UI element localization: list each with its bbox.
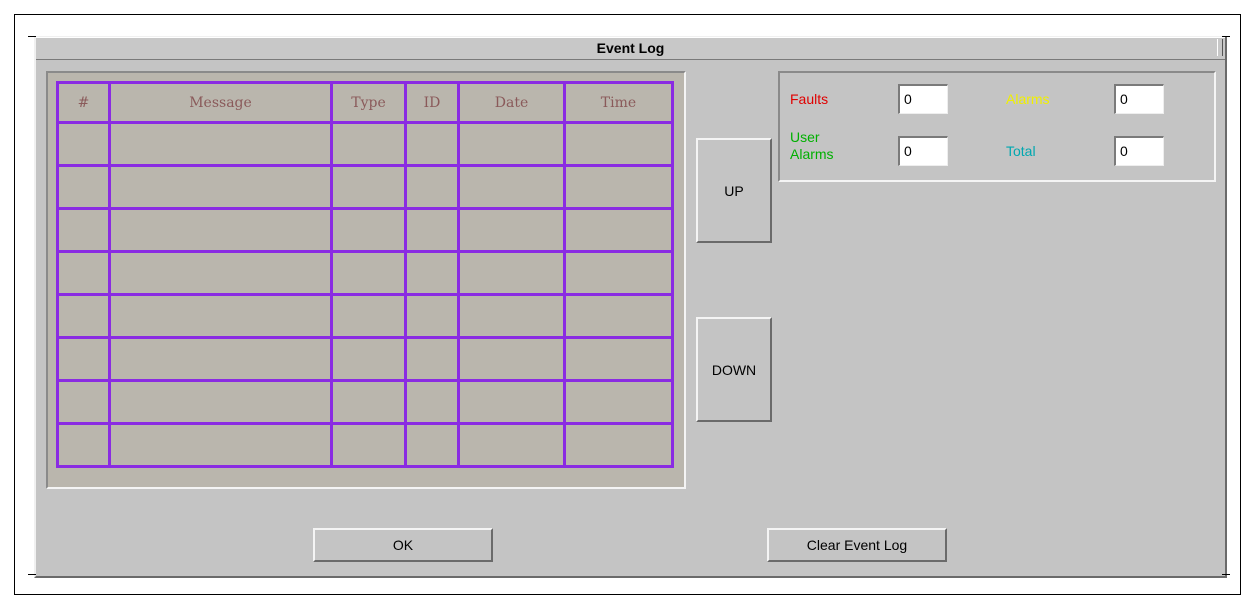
table-cell-type bbox=[330, 164, 407, 210]
table-cell-message bbox=[108, 293, 333, 339]
scroll-up-label: UP bbox=[724, 182, 744, 199]
table-cell-date bbox=[457, 250, 566, 296]
clear-event-log-label: Clear Event Log bbox=[806, 537, 908, 553]
frame-corner-mark bbox=[1222, 574, 1230, 575]
table-cell-time bbox=[563, 336, 674, 382]
frame-corner-mark bbox=[28, 36, 36, 37]
table-cell-type bbox=[330, 207, 407, 253]
event-table-panel: # Message Type ID Date Time bbox=[46, 71, 686, 489]
table-cell-type bbox=[330, 293, 407, 339]
table-cell-time bbox=[563, 207, 674, 253]
table-row[interactable] bbox=[56, 164, 674, 210]
total-count-field[interactable]: 0 bbox=[1114, 136, 1164, 166]
table-cell-number bbox=[56, 379, 111, 425]
table-row[interactable] bbox=[56, 121, 674, 167]
frame-corner-mark bbox=[1222, 36, 1230, 37]
table-cell-number bbox=[56, 121, 111, 167]
total-label: Total bbox=[1006, 143, 1036, 159]
table-cell-time bbox=[563, 379, 674, 425]
table-row[interactable] bbox=[56, 250, 674, 296]
table-row[interactable] bbox=[56, 293, 674, 339]
table-cell-time bbox=[563, 293, 674, 339]
table-cell-date bbox=[457, 207, 566, 253]
table-cell-date bbox=[457, 293, 566, 339]
event-log-dialog: Event Log # Message Type ID Date Time UP… bbox=[34, 36, 1227, 578]
column-header-number: # bbox=[56, 81, 111, 124]
table-cell-id bbox=[404, 379, 460, 425]
column-header-type: Type bbox=[330, 81, 407, 124]
table-cell-number bbox=[56, 164, 111, 210]
table-cell-id bbox=[404, 422, 460, 468]
table-cell-date bbox=[457, 164, 566, 210]
table-cell-message bbox=[108, 207, 333, 253]
table-cell-number bbox=[56, 293, 111, 339]
table-cell-time bbox=[563, 121, 674, 167]
table-cell-id bbox=[404, 336, 460, 382]
column-header-date: Date bbox=[457, 81, 566, 124]
table-cell-id bbox=[404, 250, 460, 296]
table-cell-time bbox=[563, 250, 674, 296]
resize-grip-icon bbox=[1217, 39, 1223, 56]
table-row[interactable] bbox=[56, 336, 674, 382]
user-alarms-label-line1: User bbox=[790, 129, 820, 145]
column-header-message: Message bbox=[108, 81, 333, 124]
table-cell-type bbox=[330, 336, 407, 382]
event-table: # Message Type ID Date Time bbox=[56, 81, 674, 468]
table-cell-id bbox=[404, 207, 460, 253]
alarms-label: Alarms bbox=[1006, 91, 1050, 107]
alarms-count-field[interactable]: 0 bbox=[1114, 84, 1164, 114]
table-cell-type bbox=[330, 379, 407, 425]
user-alarms-label: User Alarms bbox=[790, 129, 834, 163]
table-row[interactable] bbox=[56, 379, 674, 425]
table-cell-date bbox=[457, 422, 566, 468]
faults-count-field[interactable]: 0 bbox=[898, 84, 948, 114]
table-cell-message bbox=[108, 422, 333, 468]
faults-label: Faults bbox=[790, 91, 829, 107]
table-cell-number bbox=[56, 207, 111, 253]
table-cell-message bbox=[108, 121, 333, 167]
table-row[interactable] bbox=[56, 207, 674, 253]
table-header-row: # Message Type ID Date Time bbox=[56, 81, 674, 124]
table-cell-message bbox=[108, 379, 333, 425]
user-alarms-count-field[interactable]: 0 bbox=[898, 136, 948, 166]
clear-event-log-button[interactable]: Clear Event Log bbox=[767, 528, 947, 562]
table-cell-date bbox=[457, 336, 566, 382]
table-cell-message bbox=[108, 250, 333, 296]
column-header-id: ID bbox=[404, 81, 460, 124]
table-cell-type bbox=[330, 422, 407, 468]
table-cell-id bbox=[404, 121, 460, 167]
table-cell-type bbox=[330, 250, 407, 296]
table-cell-number bbox=[56, 422, 111, 468]
dialog-titlebar[interactable]: Event Log bbox=[36, 37, 1225, 60]
column-header-time: Time bbox=[563, 81, 674, 124]
table-cell-message bbox=[108, 336, 333, 382]
table-cell-id bbox=[404, 164, 460, 210]
dialog-title: Event Log bbox=[596, 40, 665, 56]
frame-corner-mark bbox=[28, 574, 36, 575]
ok-button[interactable]: OK bbox=[313, 528, 493, 562]
event-counts-panel: Faults 0 Alarms 0 User Alarms 0 Total 0 bbox=[778, 71, 1216, 182]
table-cell-time bbox=[563, 422, 674, 468]
scroll-up-button[interactable]: UP bbox=[696, 138, 772, 243]
scroll-down-button[interactable]: DOWN bbox=[696, 317, 772, 422]
table-cell-id bbox=[404, 293, 460, 339]
table-cell-number bbox=[56, 250, 111, 296]
table-cell-date bbox=[457, 379, 566, 425]
table-cell-type bbox=[330, 121, 407, 167]
ok-button-label: OK bbox=[392, 537, 414, 553]
table-cell-message bbox=[108, 164, 333, 210]
table-cell-number bbox=[56, 336, 111, 382]
user-alarms-label-line2: Alarms bbox=[790, 146, 834, 162]
table-row[interactable] bbox=[56, 422, 674, 468]
table-cell-date bbox=[457, 121, 566, 167]
table-cell-time bbox=[563, 164, 674, 210]
scroll-down-label: DOWN bbox=[711, 361, 757, 378]
